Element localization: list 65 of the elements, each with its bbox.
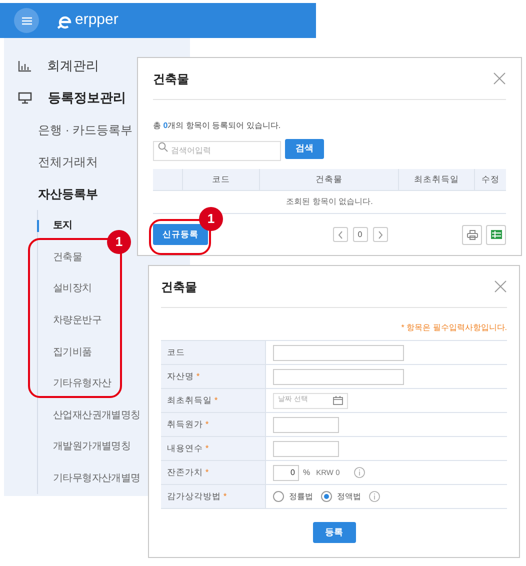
column-header: 수정 bbox=[482, 173, 500, 186]
logo-text: erpper bbox=[75, 10, 118, 30]
submenu-item[interactable]: 건축물 bbox=[53, 250, 82, 265]
submenu-item[interactable]: 기타무형자산개별명 bbox=[53, 471, 140, 486]
submit-button[interactable]: 등록 bbox=[312, 522, 356, 543]
field-label: 코드 bbox=[167, 346, 185, 359]
column-header: 코드 bbox=[212, 173, 230, 186]
dialog-title: 건축물 bbox=[161, 278, 197, 296]
text-field[interactable] bbox=[273, 344, 404, 360]
calendar-icon bbox=[333, 396, 343, 405]
required-note: * 항목은 필수입력사항입니다. bbox=[401, 322, 507, 334]
spreadsheet-icon bbox=[490, 230, 502, 239]
submenu-item[interactable]: 전체거래처 bbox=[38, 153, 98, 171]
print-button[interactable] bbox=[462, 224, 482, 244]
menu-item[interactable]: 등록정보관리 bbox=[48, 88, 126, 108]
active-indicator bbox=[37, 220, 39, 232]
search-field[interactable]: 검색어입력 bbox=[153, 140, 281, 160]
chevron-right-icon bbox=[378, 230, 382, 238]
column-header: 최초취득일 bbox=[414, 173, 459, 186]
dialog-title: 건축물 bbox=[153, 70, 189, 88]
submenu-item[interactable]: 기타유형자산 bbox=[53, 376, 112, 392]
field-label: 내용연수 * bbox=[167, 442, 209, 455]
radio-button[interactable] bbox=[273, 491, 284, 502]
submenu-item[interactable]: 자산등록부 bbox=[38, 185, 98, 203]
submenu-item[interactable]: 산업재산권개별명칭 bbox=[53, 408, 140, 423]
submenu-item[interactable]: 은행 · 카드등록부 bbox=[38, 121, 133, 139]
spreadsheet-button[interactable] bbox=[486, 224, 506, 244]
radio-label: 정률법 bbox=[289, 490, 313, 502]
monitor-icon bbox=[18, 92, 32, 104]
close-icon[interactable] bbox=[494, 280, 507, 293]
empty-message: 조회된 항목이 없습니다. bbox=[286, 196, 373, 208]
menu-item[interactable]: 회계관리 bbox=[47, 56, 99, 76]
search-button[interactable]: 검색 bbox=[285, 139, 324, 159]
submenu-item[interactable]: 설비장치 bbox=[53, 281, 92, 296]
menu-button[interactable] bbox=[14, 8, 39, 33]
field-label: 자산명 * bbox=[167, 370, 200, 383]
summary-text: 총 0개의 항목이 등록되어 있습니다. bbox=[153, 121, 281, 130]
printer-icon bbox=[466, 230, 478, 240]
radio-label: 정액법 bbox=[337, 490, 361, 502]
field-label: 감가상각방법 * bbox=[167, 490, 227, 503]
field-label: 최초취득일 * bbox=[167, 394, 218, 407]
bar-chart-icon bbox=[18, 60, 31, 72]
chevron-left-icon bbox=[338, 230, 342, 238]
previous-page-button[interactable] bbox=[332, 227, 348, 242]
submenu-item[interactable]: 토지 bbox=[53, 218, 72, 234]
field-label: 잔존가치 * bbox=[167, 466, 209, 479]
unit-label: % bbox=[303, 466, 310, 478]
page-number: 0 bbox=[352, 227, 368, 242]
info-icon[interactable] bbox=[369, 491, 380, 502]
number-field[interactable] bbox=[273, 416, 339, 432]
menu-icon bbox=[22, 16, 32, 24]
next-page-button[interactable] bbox=[372, 227, 388, 242]
field-label: 취득원가 * bbox=[167, 418, 209, 431]
new-entry-button[interactable]: 신규등록 bbox=[153, 224, 208, 245]
radio-button[interactable] bbox=[321, 491, 332, 502]
info-icon[interactable] bbox=[354, 467, 365, 478]
number-field[interactable] bbox=[273, 440, 339, 456]
submenu-item[interactable]: 집기비품 bbox=[53, 344, 92, 360]
submenu-item[interactable]: 개발원가개별명칭 bbox=[53, 439, 131, 454]
column-header: 건축물 bbox=[316, 173, 342, 186]
submenu-item[interactable]: 차량운반구 bbox=[53, 313, 102, 328]
percent-field[interactable]: 0 bbox=[273, 464, 299, 480]
search-icon bbox=[158, 142, 168, 152]
text-field[interactable] bbox=[273, 368, 404, 384]
close-icon[interactable] bbox=[493, 72, 506, 85]
